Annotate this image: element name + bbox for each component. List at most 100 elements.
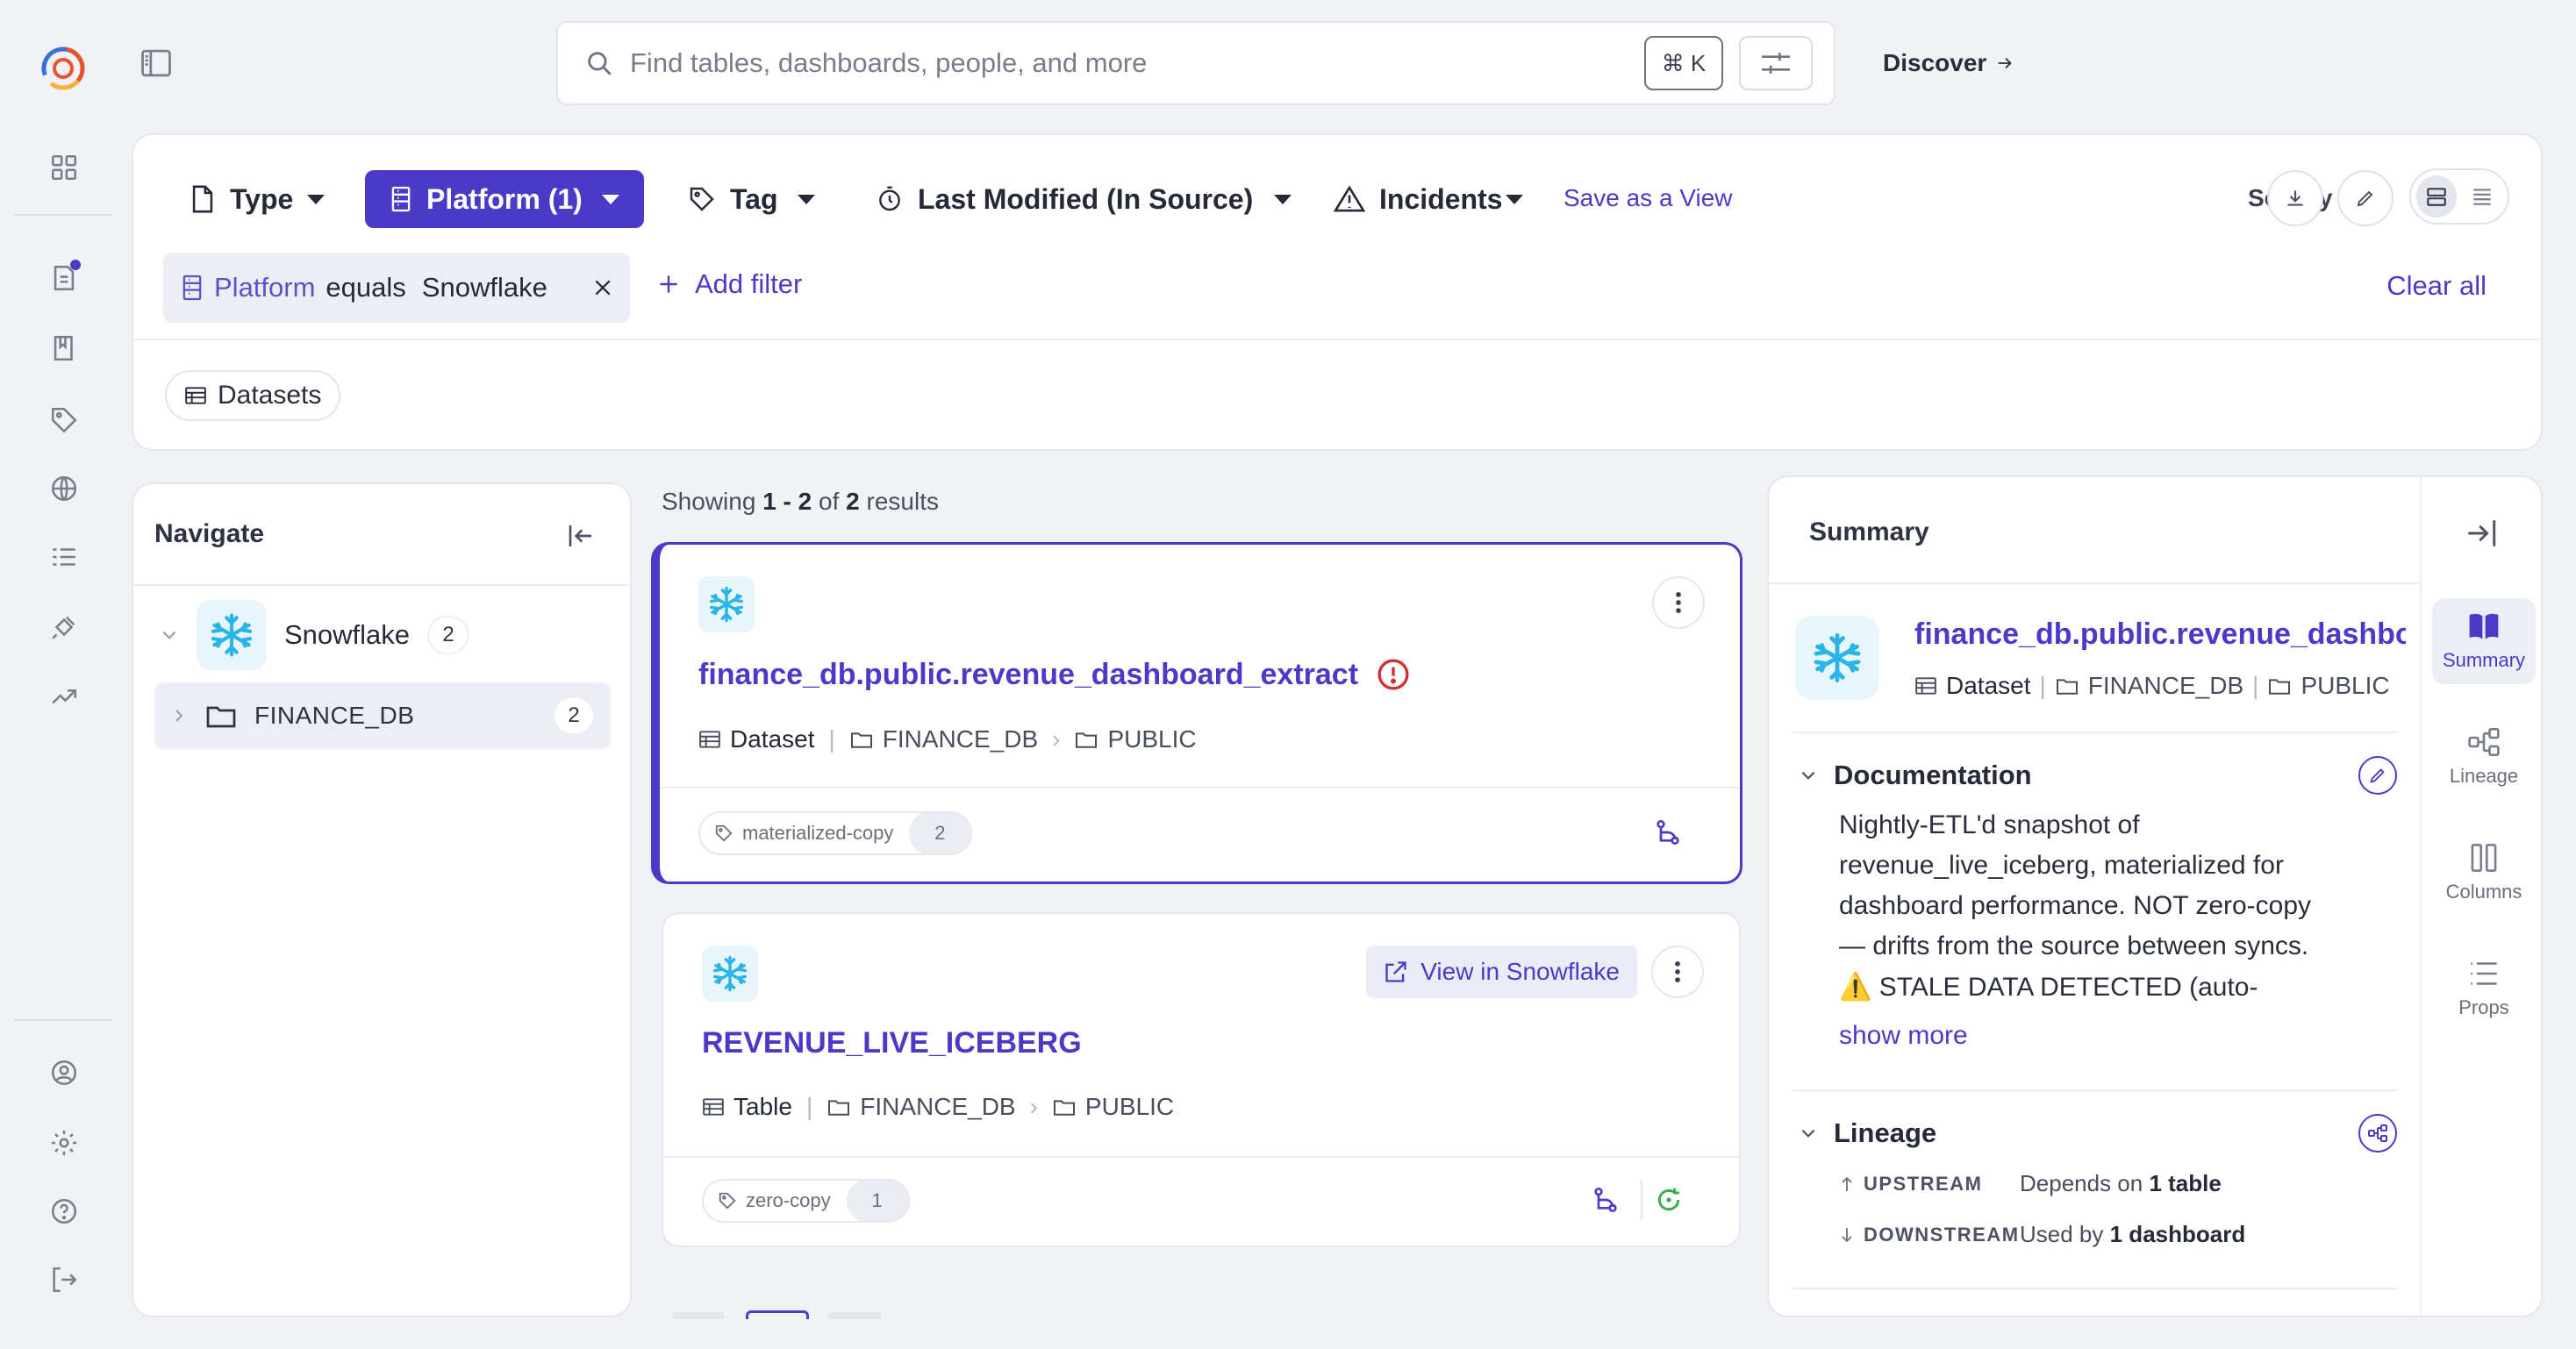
navigate-title: Navigate [154,519,265,548]
tag-chip[interactable]: zero-copy 1 [702,1179,910,1223]
pagination-current-page[interactable] [746,1310,809,1319]
home-grid-icon[interactable] [44,147,84,188]
document-icon[interactable] [44,258,84,298]
section-divider [1792,1089,2397,1091]
open-lineage-button[interactable] [2358,1114,2397,1153]
tab-lineage[interactable]: Lineage [2432,714,2536,800]
search-input[interactable]: Find tables, dashboards, people, and mor… [630,47,1644,79]
list-icon[interactable] [44,537,84,577]
more-vertical-icon [1676,592,1681,613]
edit-documentation-button[interactable] [2358,756,2397,795]
save-as-view-link[interactable]: Save as a View [1563,184,1733,212]
folder-icon [850,732,872,748]
incidents-filter-dropdown[interactable]: Incidents [1334,170,1524,228]
tree-item-snowflake[interactable]: Snowflake 2 [160,600,470,670]
upstream-row: UPSTREAM Depends on 1 table [1839,1170,2222,1197]
tag-filter-dropdown[interactable]: Tag [688,170,815,228]
count-badge: 2 [553,696,595,735]
sidebar-toggle-icon[interactable] [137,46,175,81]
tag-chip[interactable]: materialized-copy 2 [698,811,973,855]
add-filter-button[interactable]: Add filter [658,268,802,300]
tree-label: Snowflake [284,619,411,650]
collapse-panel-icon[interactable] [567,523,595,549]
show-more-link[interactable]: show more [1839,1021,1968,1051]
summary-panel: Summary finance_db.public.revenue_dashbo… [1767,475,2543,1317]
search-bar[interactable]: Find tables, dashboards, people, and mor… [556,21,1835,105]
result-title: finance_db.public.revenue_dashboard_extr… [698,657,1359,691]
list-view-icon[interactable] [2462,175,2502,218]
discover-link[interactable]: Discover [1883,49,2014,77]
folder-icon [1053,1100,1075,1116]
summary-entity-title[interactable]: finance_db.public.revenue_dashboard_extr… [1914,617,2406,652]
discover-label: Discover [1883,49,1987,76]
tag-icon[interactable] [44,400,84,440]
help-icon[interactable] [44,1191,84,1231]
last-modified-filter-label: Last Modified (In Source) [918,182,1254,215]
keyboard-shortcut-badge: ⌘ K [1644,36,1723,90]
error-alert-icon [1377,659,1409,690]
user-profile-icon[interactable] [44,1053,84,1093]
chevron-right-icon [175,710,183,722]
chevron-down-icon [601,194,619,204]
result-card[interactable]: finance_db.public.revenue_dashboard_extr… [651,542,1742,884]
snowflake-logo-icon [1795,616,1879,700]
download-button[interactable] [2267,170,2323,226]
result-meta: Table | FINANCE_DB › PUBLIC [702,1093,1174,1121]
lineage-icon[interactable] [1654,818,1682,846]
more-options-button[interactable] [1652,576,1705,629]
chevron-down-icon [162,631,176,639]
pagination-prev[interactable] [672,1312,725,1319]
card-divider [663,1156,1739,1158]
tab-columns[interactable]: Columns [2432,830,2536,916]
close-panel-icon[interactable] [2464,517,2499,549]
glossary-book-icon[interactable] [44,328,84,368]
result-title-link[interactable]: finance_db.public.revenue_dashboard_extr… [698,657,1411,692]
navigate-panel: Navigate Snowflake 2 FINANCE_DB 2 [132,482,632,1317]
entity-chip-label: Datasets [218,381,322,410]
platform-filter-label: Platform (1) [426,182,583,215]
chevron-down-icon [797,194,815,204]
navigate-header: Navigate [133,484,630,586]
lineage-section-toggle[interactable]: Lineage [1799,1117,1936,1149]
search-filters-button[interactable] [1739,36,1813,90]
result-title-link[interactable]: REVENUE_LIVE_ICEBERG [702,1026,1082,1060]
tab-summary[interactable]: Summary [2432,598,2536,684]
entity-type-chip-datasets[interactable]: Datasets [165,370,341,421]
section-divider [1792,732,2397,733]
plug-icon[interactable] [44,607,84,647]
platform-filter-dropdown[interactable]: Platform (1) [365,170,644,228]
clear-all-button[interactable]: Clear all [2386,270,2487,302]
tab-props[interactable]: Props [2432,946,2536,1031]
view-in-snowflake-button[interactable]: View in Snowflake [1366,946,1637,998]
pagination-next[interactable] [828,1312,881,1319]
settings-gear-icon[interactable] [44,1123,84,1163]
result-meta: Dataset | FINANCE_DB › PUBLIC [698,725,1197,753]
globe-icon[interactable] [44,468,84,509]
tag-icon [715,824,733,842]
logout-icon[interactable] [44,1260,84,1300]
chevron-down-icon [307,194,326,204]
analytics-trend-icon[interactable] [44,675,84,716]
external-link-icon [1385,961,1406,982]
documentation-section-toggle[interactable]: Documentation [1799,760,2032,791]
active-filter-chip[interactable]: Platform equals Snowflake [163,253,630,323]
result-card[interactable]: View in Snowflake REVENUE_LIVE_ICEBERG T… [662,912,1741,1247]
view-mode-toggle[interactable] [2409,168,2509,225]
file-icon [192,185,213,213]
snowflake-logo-icon [698,576,755,632]
app-logo[interactable] [35,40,91,96]
edit-button[interactable] [2337,170,2394,226]
chevron-down-icon [1506,194,1524,204]
folder-icon [2269,679,2291,695]
last-modified-filter-dropdown[interactable]: Last Modified (In Source) [876,170,1292,228]
section-divider [1792,1288,2397,1289]
remove-filter-close-icon[interactable] [593,278,612,297]
sync-status-icon[interactable] [1655,1186,1683,1214]
lineage-icon[interactable] [1592,1186,1620,1214]
more-options-button[interactable] [1651,946,1704,998]
card-view-icon[interactable] [2416,175,2457,218]
tree-item-finance-db[interactable]: FINANCE_DB 2 [154,682,611,749]
type-filter-label: Type [230,182,294,215]
type-filter-dropdown[interactable]: Type [190,170,326,228]
arrow-up-icon [1842,1176,1852,1191]
